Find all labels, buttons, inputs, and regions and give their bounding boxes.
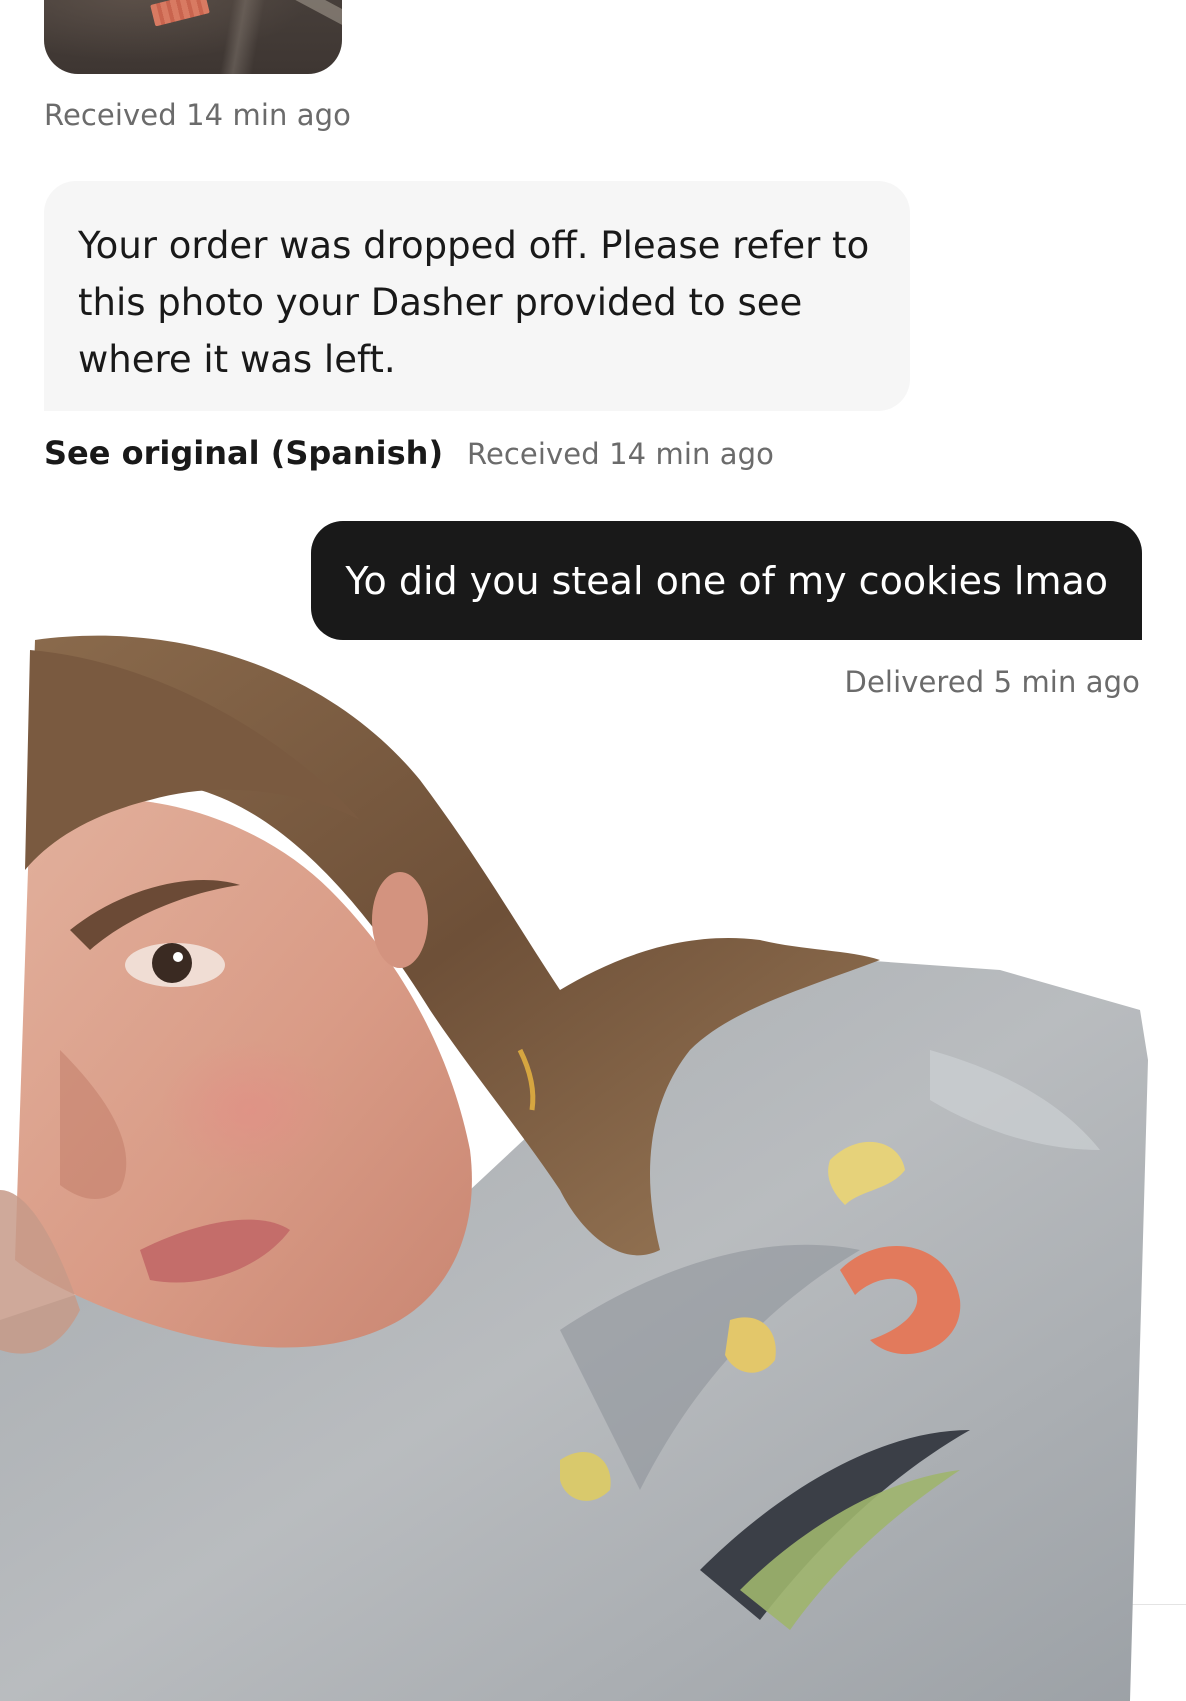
eye-iris <box>152 943 192 983</box>
eye-highlight <box>173 952 183 962</box>
photo-received-status: Received 14 min ago <box>44 98 352 132</box>
received-message-bubble: Your order was dropped off. Please refer… <box>44 181 910 411</box>
chat-screen: Received 14 min ago Your order was dropp… <box>0 0 1186 1701</box>
sent-message-text: Yo did you steal one of my cookies lmao <box>345 558 1108 603</box>
see-original-link[interactable]: See original (Spanish) <box>44 434 443 472</box>
selfie-overlay-image <box>0 635 1148 1701</box>
ear <box>372 872 428 968</box>
delivery-photo-thumbnail[interactable] <box>44 0 342 74</box>
sent-message-bubble: Yo did you steal one of my cookies lmao <box>311 521 1142 640</box>
cheek-blush <box>160 1040 340 1180</box>
message-received-status: Received 14 min ago <box>467 437 775 471</box>
